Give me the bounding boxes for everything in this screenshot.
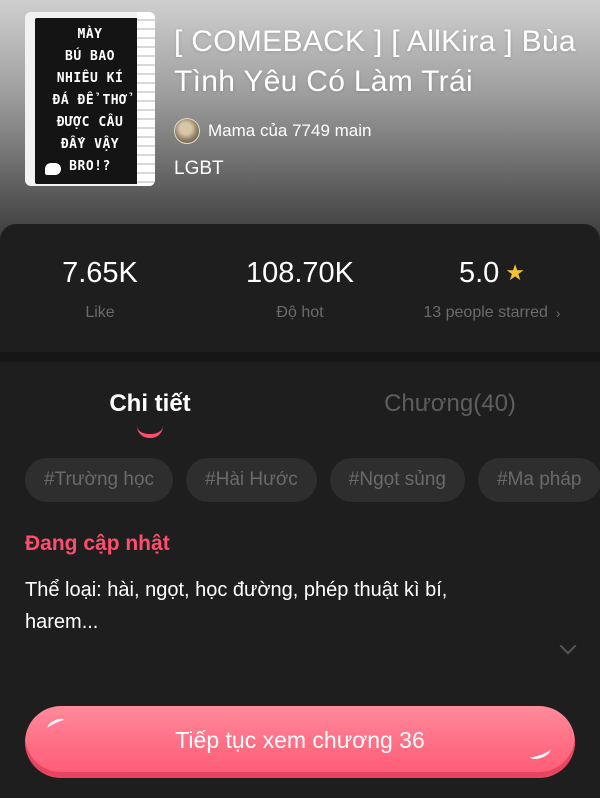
rating-value-wrap: 5.0 ★	[459, 254, 525, 292]
tag-chip[interactable]: #Trường học	[25, 458, 174, 502]
rating-label: 13 people starred	[423, 304, 548, 321]
tab-details[interactable]: Chi tiết	[0, 384, 300, 424]
rating-label-wrap: 13 people starred ›	[392, 304, 592, 322]
detail-panel: 7.65K Like 108.70K Độ hot 5.0 ★ 13 peopl…	[0, 224, 600, 798]
author-name: Mama của 7749 main	[208, 121, 372, 140]
sparkle-icon	[46, 716, 66, 732]
likes-value: 7.65K	[62, 257, 138, 289]
status-badge: Đang cập nhật	[25, 532, 170, 555]
tag-list: #Trường học #Hài Hước #Ngọt sủng #Ma pháp	[25, 458, 600, 502]
cover-edge	[137, 12, 155, 186]
chevron-right-icon: ›	[555, 305, 561, 321]
author-link[interactable]: Mama của 7749 main	[174, 117, 371, 145]
chevron-down-icon[interactable]	[559, 637, 577, 655]
tag-chip[interactable]: #Hài Hước	[186, 458, 317, 502]
genre-label: LGBT	[174, 158, 224, 179]
stats-row: 7.65K Like 108.70K Độ hot 5.0 ★ 13 peopl…	[0, 254, 600, 324]
tag-chip[interactable]: #Ngọt sủng	[329, 458, 465, 502]
hot-label: Độ hot	[276, 304, 324, 321]
story-title: [ COMEBACK ] [ AllKira ] Bùa Tình Yêu Có…	[174, 25, 576, 98]
speech-bubble-icon	[45, 163, 61, 175]
avatar	[174, 118, 200, 144]
hot-value: 108.70K	[245, 257, 355, 289]
tab-active-indicator	[137, 426, 163, 438]
tab-chapters[interactable]: Chương(40)	[300, 384, 600, 424]
sparkle-icon	[527, 744, 553, 762]
stat-hot: 108.70K Độ hot	[200, 254, 400, 322]
section-divider	[0, 352, 600, 362]
continue-reading-button[interactable]: Tiếp tục xem chương 36	[25, 706, 575, 778]
tag-chip[interactable]: #Ma pháp	[477, 458, 600, 502]
star-icon: ★	[505, 260, 526, 285]
story-description: Thể loại: hài, ngọt, học đường, phép thu…	[25, 579, 448, 633]
rating-value: 5.0	[458, 257, 500, 289]
likes-label: Like	[85, 304, 115, 321]
cover-text: MÀY BÚ BAO NHIÊU KÍ ĐÁ ĐỂ THỞ ĐƯỢC CÂU Đ…	[52, 27, 128, 174]
cover-image[interactable]: MÀY BÚ BAO NHIÊU KÍ ĐÁ ĐỂ THỞ ĐƯỢC CÂU Đ…	[25, 12, 155, 186]
stat-rating[interactable]: 5.0 ★ 13 people starred ›	[392, 254, 592, 322]
stat-likes: 7.65K Like	[0, 254, 200, 322]
tab-bar: Chi tiết Chương(40)	[0, 384, 600, 440]
continue-reading-label: Tiếp tục xem chương 36	[175, 726, 425, 753]
